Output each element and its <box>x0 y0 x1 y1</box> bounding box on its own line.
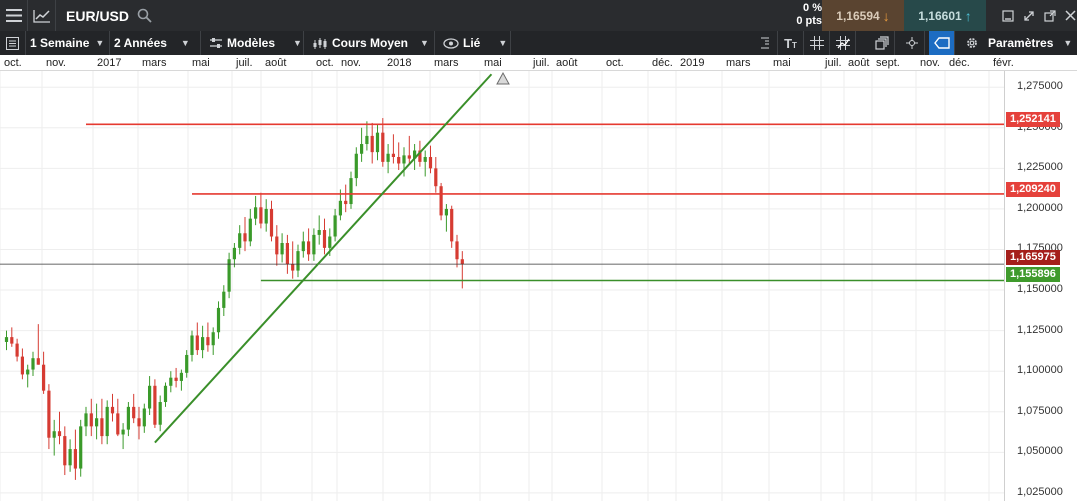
candle <box>307 228 311 261</box>
candle <box>68 439 72 472</box>
candle <box>444 204 448 232</box>
candle <box>280 233 284 263</box>
candle <box>15 338 19 362</box>
price-tick-label: 1,275000 <box>1017 80 1063 93</box>
candle <box>360 127 364 162</box>
candle <box>190 330 194 362</box>
candle <box>20 348 24 380</box>
candle <box>216 301 221 339</box>
current-price-label: 1,165975 <box>1006 250 1060 265</box>
candle <box>163 382 168 407</box>
candle <box>428 145 433 174</box>
candle <box>31 351 35 377</box>
candle <box>269 200 274 242</box>
support-price-label: 1,155896 <box>1006 267 1060 282</box>
candle <box>301 231 305 258</box>
candle <box>126 402 130 437</box>
candle <box>169 371 173 393</box>
candle <box>312 228 316 261</box>
candle <box>79 419 83 477</box>
candle <box>116 398 120 437</box>
candle <box>291 241 295 279</box>
candle <box>195 322 199 355</box>
candle <box>439 182 443 221</box>
price-tick-label: 1,050000 <box>1017 445 1063 458</box>
candle <box>211 327 215 355</box>
candle <box>57 411 62 445</box>
candle <box>95 403 99 440</box>
candle <box>370 122 374 164</box>
candle <box>460 251 464 289</box>
candle <box>89 398 93 437</box>
price-tick-label: 1,075000 <box>1017 404 1063 417</box>
price-tick-label: 1,100000 <box>1017 364 1063 377</box>
candle <box>63 426 67 476</box>
price-chart[interactable] <box>0 0 1077 501</box>
price-tick-label: 1,200000 <box>1017 201 1063 214</box>
candle <box>333 208 337 242</box>
candle <box>132 393 136 424</box>
candle <box>317 215 321 245</box>
candle <box>344 184 348 213</box>
candle <box>254 195 258 226</box>
candle <box>375 124 380 161</box>
candle <box>259 192 263 229</box>
candle <box>264 199 268 232</box>
candle <box>158 395 162 432</box>
candle <box>434 157 438 193</box>
price-tick-label: 1,150000 <box>1017 283 1063 296</box>
candle <box>100 398 104 445</box>
candle <box>105 400 109 445</box>
candle <box>391 134 395 164</box>
trend-line[interactable] <box>154 73 493 444</box>
candle <box>227 252 231 299</box>
candle <box>423 150 427 177</box>
candle <box>381 118 385 167</box>
candle <box>248 208 252 247</box>
candle <box>179 369 183 391</box>
price-tick-label: 1,025000 <box>1017 485 1063 498</box>
candle <box>349 171 353 209</box>
candle <box>243 217 247 252</box>
candle <box>455 234 459 268</box>
resistance-price-label: 1,252141 <box>1006 112 1060 127</box>
candle <box>397 142 401 170</box>
candle <box>275 225 279 266</box>
resistance-price-label: 1,209240 <box>1006 182 1060 197</box>
candle <box>52 419 56 456</box>
candle <box>73 429 77 480</box>
candle <box>142 403 146 433</box>
candle <box>148 376 152 415</box>
candle <box>232 243 236 268</box>
candle <box>153 379 157 428</box>
price-tick-label: 1,125000 <box>1017 323 1063 336</box>
candle <box>285 234 289 274</box>
candle <box>4 330 9 351</box>
candle <box>121 423 125 450</box>
candle <box>47 384 51 450</box>
candle <box>110 393 115 422</box>
time-marker-handle[interactable] <box>496 71 510 85</box>
price-tick-label: 1,225000 <box>1017 161 1063 174</box>
candle <box>354 147 358 187</box>
candle <box>26 364 30 388</box>
candle <box>206 322 210 352</box>
candle <box>450 205 454 248</box>
candle <box>407 135 411 164</box>
candle <box>365 121 369 151</box>
